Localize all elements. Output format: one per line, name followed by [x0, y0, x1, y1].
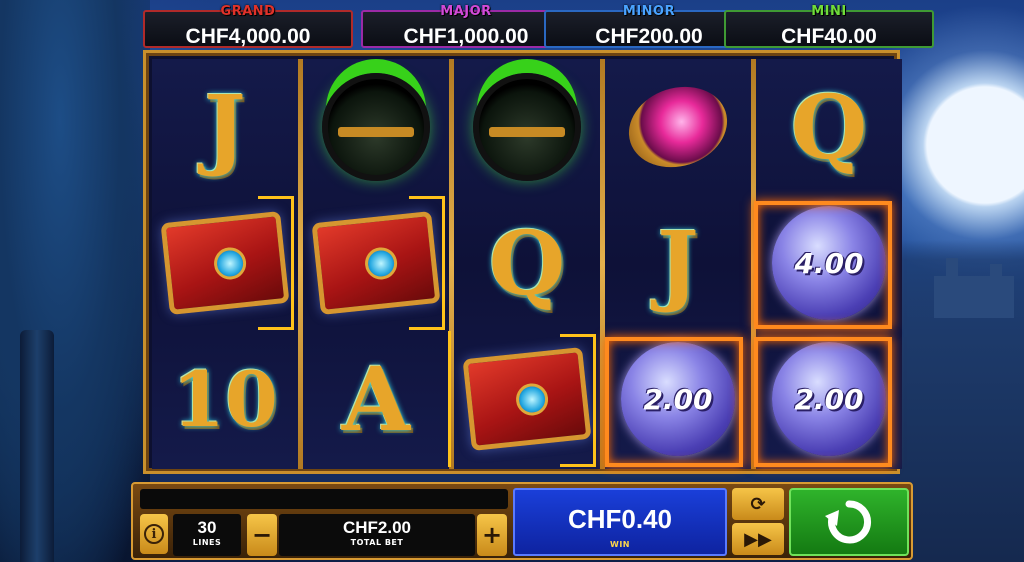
jackpot-minor-label: MINOR — [622, 4, 676, 19]
symbol-a-letter: A — [341, 347, 411, 451]
turbo-button[interactable]: ▶▶ — [732, 523, 784, 555]
jackpot-major-value: CHF1,000.00 — [403, 25, 529, 48]
fast-forward-icon: ▶▶ — [744, 528, 772, 550]
cauldron-icon — [473, 73, 581, 181]
symbol-j-letter: J — [657, 211, 699, 315]
symbol-j: J — [152, 59, 298, 195]
symbol-10: 10 — [152, 331, 298, 467]
lines-display: 30 LINES — [173, 514, 241, 556]
lines-value: 30 — [197, 518, 217, 537]
control-panel: i 30 LINES − CHF2.00 TOTAL BET + CHF0.40… — [131, 482, 913, 560]
jackpot-mini: MINI CHF40.00 — [724, 4, 934, 48]
jackpot-mini-value: CHF40.00 — [781, 25, 877, 48]
forest-background — [0, 0, 150, 562]
moonlit-hills-background — [900, 0, 1024, 562]
payline-marker — [258, 196, 294, 330]
tree-trunk — [20, 330, 54, 562]
symbol-j: J — [605, 195, 751, 331]
symbol-q: Q — [756, 59, 902, 195]
win-highlight-frame — [605, 337, 743, 467]
total-bet-display: CHF2.00 TOTAL BET — [279, 514, 475, 556]
total-bet-label: TOTAL BET — [350, 538, 404, 547]
win-display: CHF0.40 WIN — [513, 488, 727, 556]
spin-button[interactable] — [789, 488, 909, 556]
jackpot-major: MAJOR CHF1,000.00 — [361, 4, 571, 48]
info-button[interactable]: i — [140, 514, 168, 554]
autoplay-icon: ⟳ — [750, 493, 766, 515]
castle-silhouette — [934, 258, 1014, 318]
win-value: CHF0.40 — [567, 504, 673, 534]
jackpot-minor: MINOR CHF200.00 — [544, 4, 754, 48]
reel-grid: J 10 A Q J 2.00 Q 4.00 2.00 — [143, 50, 902, 474]
symbol-a: A — [303, 331, 449, 467]
win-highlight-frame — [754, 201, 892, 329]
increase-bet-button[interactable]: + — [477, 514, 507, 556]
autoplay-button[interactable]: ⟳ — [732, 488, 784, 520]
jackpot-minor-value: CHF200.00 — [595, 25, 703, 48]
info-icon: i — [144, 524, 164, 544]
jackpot-grand-value: CHF4,000.00 — [185, 25, 311, 48]
jackpot-major-label: MAJOR — [440, 4, 492, 19]
cauldron-icon — [322, 73, 430, 181]
message-bar — [140, 489, 508, 509]
symbol-ruby-ring — [605, 59, 751, 195]
symbol-q: Q — [454, 195, 600, 331]
win-highlight-frame — [754, 337, 892, 467]
decrease-bet-button[interactable]: − — [247, 514, 277, 556]
jackpot-grand: GRAND CHF4,000.00 — [143, 4, 353, 48]
payline-marker — [409, 196, 445, 330]
symbol-10-letter: 10 — [172, 354, 278, 444]
jackpot-grand-label: GRAND — [220, 4, 276, 19]
payline-marker — [448, 331, 452, 467]
symbol-q-letter: Q — [790, 75, 868, 179]
win-label: WIN — [610, 540, 630, 549]
jackpot-mini-label: MINI — [811, 4, 847, 19]
lines-label: LINES — [192, 538, 222, 547]
ruby-ring-icon — [618, 74, 738, 180]
symbol-cauldron — [454, 59, 600, 195]
total-bet-value: CHF2.00 — [342, 518, 412, 537]
payline-marker — [560, 334, 596, 467]
symbol-cauldron — [303, 59, 449, 195]
symbol-q-letter: Q — [488, 211, 566, 315]
symbol-j-letter: J — [204, 75, 246, 179]
spin-icon — [825, 500, 872, 544]
